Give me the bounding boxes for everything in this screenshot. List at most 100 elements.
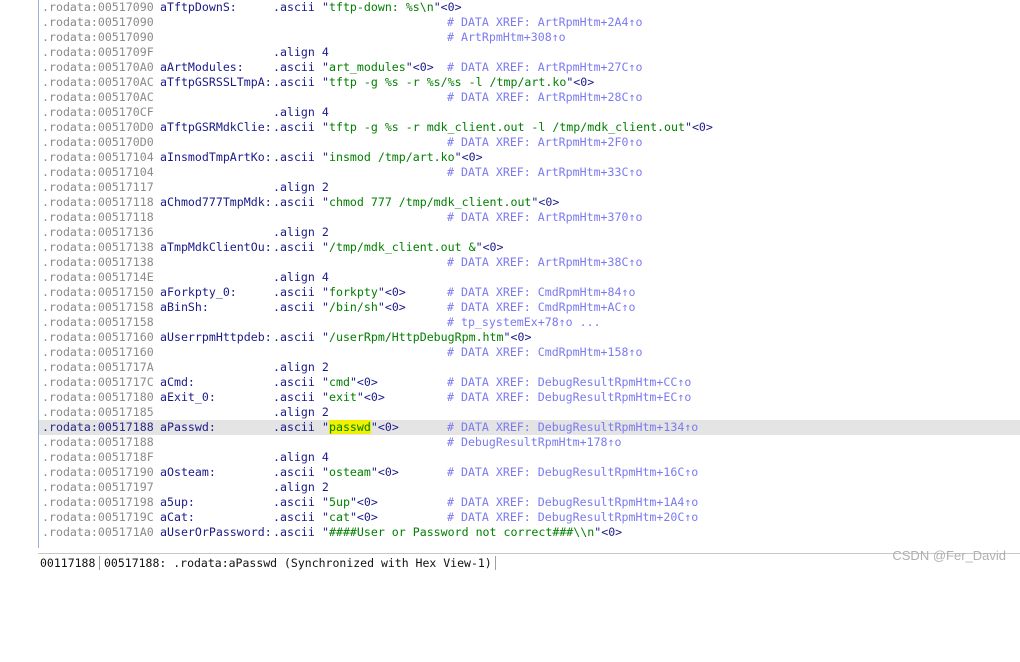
string-literal[interactable]: chmod 777 /tmp/mdk_client.out: [329, 195, 531, 209]
row-string-value[interactable]: "tftp -g %s -r %s/%s -l /tmp/art.ko"<0>: [322, 75, 594, 90]
row-address[interactable]: .rodata:00517118: [42, 195, 154, 210]
row-address[interactable]: .rodata:0051714E: [42, 270, 154, 285]
listing-row[interactable]: .rodata:00517160 # DATA XREF: CmdRpmHtm+1…: [39, 345, 1020, 360]
row-label[interactable]: aExit_0:: [160, 390, 216, 405]
listing-row[interactable]: .rodata:00517180 aExit_0: .ascii "exit"<0> #…: [39, 390, 1020, 405]
row-address[interactable]: .rodata:00517090: [42, 0, 154, 15]
row-address[interactable]: .rodata:00517138: [42, 240, 154, 255]
row-address[interactable]: .rodata:005170AC: [42, 90, 154, 105]
row-address[interactable]: .rodata:0051717A: [42, 360, 154, 375]
row-string-value[interactable]: "####User or Password not correct###\\n"…: [322, 525, 622, 540]
row-string-value[interactable]: "insmod /tmp/art.ko"<0>: [322, 150, 483, 165]
listing-row[interactable]: .rodata:00517150 aForkpty_0: .ascii "forkpt…: [39, 285, 1020, 300]
row-address[interactable]: .rodata:00517180: [42, 390, 154, 405]
listing-row[interactable]: .rodata:00517090 # DATA XREF: ArtRpmHtm+2…: [39, 15, 1020, 30]
row-comment[interactable]: # DATA XREF: DebugResultRpmHtm+EC↑o: [447, 390, 691, 405]
row-label[interactable]: aTmpMdkClientOu:: [160, 240, 272, 255]
row-string-value[interactable]: "exit"<0>: [322, 390, 385, 405]
row-label[interactable]: aForkpty_0:: [160, 285, 237, 300]
row-string-value[interactable]: "art_modules"<0>: [322, 60, 434, 75]
row-label[interactable]: aPasswd:: [160, 420, 216, 435]
listing-row[interactable]: .rodata:00517190 aOsteam: .ascii "osteam"<0…: [39, 465, 1020, 480]
row-string-value[interactable]: "tftp-down: %s\n"<0>: [322, 0, 462, 15]
row-comment[interactable]: # DATA XREF: ArtRpmHtm+38C↑o: [447, 255, 642, 270]
row-address[interactable]: .rodata:00517160: [42, 345, 154, 360]
row-comment[interactable]: # DebugResultRpmHtm+178↑o: [447, 435, 622, 450]
row-comment[interactable]: # DATA XREF: ArtRpmHtm+2F0↑o: [447, 135, 642, 150]
string-literal[interactable]: osteam: [329, 465, 371, 479]
row-label[interactable]: aUserrpmHttpdeb:: [160, 330, 272, 345]
row-address[interactable]: .rodata:00517198: [42, 495, 154, 510]
listing-row[interactable]: .rodata:00517090 # ArtRpmHtm+308↑o: [39, 30, 1020, 45]
row-label[interactable]: aCat:: [160, 510, 195, 525]
listing-row[interactable]: .rodata:005170D0 # DATA XREF: ArtRpmHtm+2…: [39, 135, 1020, 150]
listing-row[interactable]: .rodata:0051717C aCmd: .ascii "cmd"<0> # DAT…: [39, 375, 1020, 390]
arrow-margin[interactable]: [0, 0, 37, 548]
listing-row[interactable]: .rodata:00517104 # DATA XREF: ArtRpmHtm+3…: [39, 165, 1020, 180]
row-label[interactable]: aTftpDownS:: [160, 0, 237, 15]
row-address[interactable]: .rodata:00517158: [42, 315, 154, 330]
row-label[interactable]: aInsmodTmpArtKo:: [160, 150, 272, 165]
row-address[interactable]: .rodata:005170CF: [42, 105, 154, 120]
row-address[interactable]: .rodata:00517188: [42, 435, 154, 450]
string-literal[interactable]: passwd: [328, 420, 371, 434]
row-string-value[interactable]: "tftp -g %s -r mdk_client.out -l /tmp/md…: [322, 120, 713, 135]
row-address[interactable]: .rodata:00517104: [42, 150, 154, 165]
row-comment[interactable]: # DATA XREF: ArtRpmHtm+370↑o: [447, 210, 642, 225]
row-address[interactable]: .rodata:005170D0: [42, 120, 154, 135]
listing-row[interactable]: .rodata:005170CF .align 4: [39, 105, 1020, 120]
row-label[interactable]: aBinSh:: [160, 300, 209, 315]
listing-row[interactable]: .rodata:00517118 aChmod777TmpMdk: .ascii "c…: [39, 195, 1020, 210]
listing-row[interactable]: .rodata:00517160 aUserrpmHttpdeb: .ascii "/…: [39, 330, 1020, 345]
row-address[interactable]: .rodata:00517138: [42, 255, 154, 270]
row-comment[interactable]: # DATA XREF: ArtRpmHtm+28C↑o: [447, 90, 642, 105]
string-literal[interactable]: forkpty: [329, 285, 378, 299]
row-address[interactable]: .rodata:00517117: [42, 180, 154, 195]
row-string-value[interactable]: "cat"<0>: [322, 510, 378, 525]
listing-row[interactable]: .rodata:0051714E .align 4: [39, 270, 1020, 285]
row-label[interactable]: aChmod777TmpMdk:: [160, 195, 272, 210]
row-comment[interactable]: # DATA XREF: ArtRpmHtm+2A4↑o: [447, 15, 642, 30]
string-literal[interactable]: tftp-down: %s\n: [329, 0, 434, 14]
row-comment[interactable]: # DATA XREF: DebugResultRpmHtm+134↑o: [447, 420, 698, 435]
row-address[interactable]: .rodata:005170AC: [42, 75, 154, 90]
row-comment[interactable]: # DATA XREF: ArtRpmHtm+27C↑o: [447, 60, 642, 75]
listing-row[interactable]: .rodata:00517198 a5up: .ascii "5up"<0> # DAT…: [39, 495, 1020, 510]
row-address[interactable]: .rodata:00517136: [42, 225, 154, 240]
string-literal[interactable]: cmd: [329, 375, 350, 389]
row-string-value[interactable]: "5up"<0>: [322, 495, 378, 510]
listing-row[interactable]: .rodata:005170AC aTftpGSRSSLTmpA: .ascii "t…: [39, 75, 1020, 90]
string-literal[interactable]: tftp -g %s -r %s/%s -l /tmp/art.ko: [329, 75, 566, 89]
row-comment[interactable]: # DATA XREF: CmdRpmHtm+158↑o: [447, 345, 642, 360]
row-label[interactable]: aOsteam:: [160, 465, 216, 480]
listing-row[interactable]: .rodata:00517158 aBinSh: .ascii "/bin/sh"<0…: [39, 300, 1020, 315]
listing-row[interactable]: .rodata:0051719C aCat: .ascii "cat"<0> # DAT…: [39, 510, 1020, 525]
row-address[interactable]: .rodata:00517104: [42, 165, 154, 180]
row-address[interactable]: .rodata:0051719C: [42, 510, 154, 525]
row-label[interactable]: aTftpGSRMdkClie:: [160, 120, 272, 135]
string-literal[interactable]: /tmp/mdk_client.out &: [329, 240, 476, 254]
listing-row[interactable]: .rodata:00517118 # DATA XREF: ArtRpmHtm+3…: [39, 210, 1020, 225]
listing-row[interactable]: .rodata:00517197 .align 2: [39, 480, 1020, 495]
row-string-value[interactable]: "cmd"<0>: [322, 375, 378, 390]
string-literal[interactable]: /userRpm/HttpDebugRpm.htm: [329, 330, 504, 344]
row-label[interactable]: aArtModules:: [160, 60, 244, 75]
row-string-value[interactable]: "/bin/sh"<0>: [322, 300, 406, 315]
string-literal[interactable]: ####User or Password not correct###\\n: [329, 525, 594, 539]
row-label[interactable]: aTftpGSRSSLTmpA:: [160, 75, 272, 90]
listing-row[interactable]: .rodata:005170A0 aArtModules: .ascii "art_m…: [39, 60, 1020, 75]
string-literal[interactable]: 5up: [329, 495, 350, 509]
row-comment[interactable]: # DATA XREF: DebugResultRpmHtm+CC↑o: [447, 375, 691, 390]
listing-row[interactable]: .rodata:005170AC # DATA XREF: ArtRpmHtm+2…: [39, 90, 1020, 105]
row-comment[interactable]: # DATA XREF: DebugResultRpmHtm+1A4↑o: [447, 495, 698, 510]
row-address[interactable]: .rodata:00517188: [42, 420, 154, 435]
string-literal[interactable]: tftp -g %s -r mdk_client.out -l /tmp/mdk…: [329, 120, 685, 134]
row-address[interactable]: .rodata:0051718F: [42, 450, 154, 465]
disassembly-listing[interactable]: .rodata:00517090 aTftpDownS: .ascii "tftp-d…: [38, 0, 1020, 548]
row-address[interactable]: .rodata:00517090: [42, 15, 154, 30]
listing-row[interactable]: .rodata:00517138 aTmpMdkClientOu: .ascii "/…: [39, 240, 1020, 255]
row-string-value[interactable]: "osteam"<0>: [322, 465, 399, 480]
listing-row[interactable]: .rodata:00517117 .align 2: [39, 180, 1020, 195]
string-literal[interactable]: /bin/sh: [329, 300, 378, 314]
listing-row[interactable]: .rodata:00517185 .align 2: [39, 405, 1020, 420]
